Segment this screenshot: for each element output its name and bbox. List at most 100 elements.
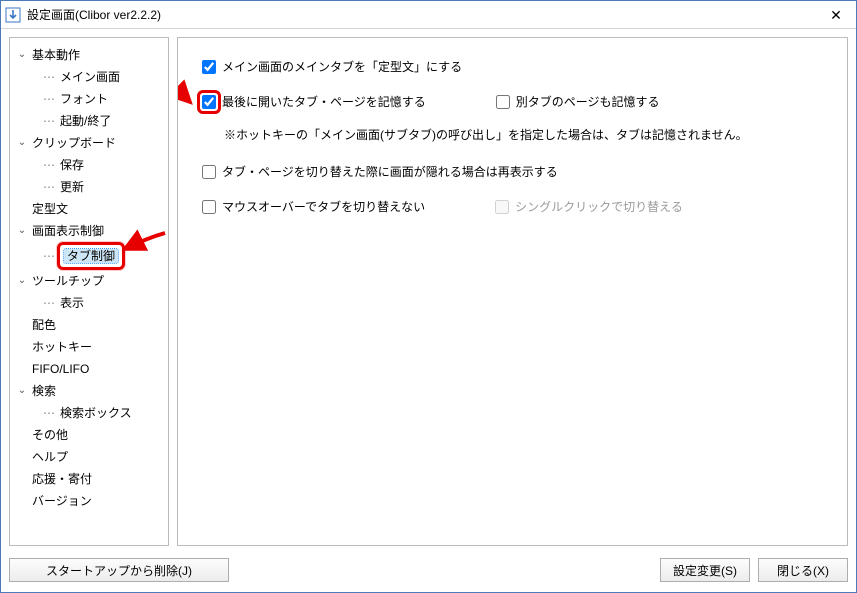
option-mouseover-notab[interactable]: マウスオーバーでタブを切り替えない xyxy=(202,198,425,215)
tree-item-label: タブ制御 xyxy=(64,249,118,263)
tree-item[interactable]: FIFO/LIFO xyxy=(15,358,165,380)
tree-item[interactable]: ⋯タブ制御 xyxy=(29,242,165,270)
tree-indent xyxy=(15,450,29,464)
tree-item-label: ツールチップ xyxy=(29,270,107,292)
tree-indent xyxy=(29,180,43,194)
checkbox-redisplay[interactable] xyxy=(202,165,216,179)
tree-item[interactable]: その他 xyxy=(15,424,165,446)
tree-leaf-dots: ⋯ xyxy=(43,110,55,132)
close-footer-button[interactable]: 閉じる(X) xyxy=(758,558,848,582)
tree-item[interactable]: 応援・寄付 xyxy=(15,468,165,490)
option-singleclick-switch: シングルクリックで切り替える xyxy=(495,198,683,215)
tree-pane: ⌄基本動作⋯メイン画面⋯フォント⋯起動/終了⌄クリップボード⋯保存⋯更新定型文⌄… xyxy=(9,37,169,546)
tree-indent xyxy=(29,114,43,128)
tree-item-label: 起動/終了 xyxy=(57,110,114,132)
settings-tree[interactable]: ⌄基本動作⋯メイン画面⋯フォント⋯起動/終了⌄クリップボード⋯保存⋯更新定型文⌄… xyxy=(13,44,165,512)
tree-item-label: 画面表示制御 xyxy=(29,220,107,242)
tree-item-label: ヘルプ xyxy=(29,446,71,468)
label-remember-last-tab: 最後に開いたタブ・ページを記憶する xyxy=(222,93,426,110)
tree-item[interactable]: ⌄画面表示制御 xyxy=(15,220,165,242)
tree-item-label: 応援・寄付 xyxy=(29,468,95,490)
tree-item-label: 保存 xyxy=(57,154,87,176)
tree-item[interactable]: ⋯表示 xyxy=(29,292,165,314)
highlight-remember-checkbox xyxy=(202,95,216,109)
tree-item[interactable]: ⋯検索ボックス xyxy=(29,402,165,424)
tree-item[interactable]: ⋯更新 xyxy=(29,176,165,198)
tree-item-label: ホットキー xyxy=(29,336,95,358)
tree-item-label: 検索 xyxy=(29,380,59,402)
tree-item-label: 定型文 xyxy=(29,198,71,220)
label-main-tab-fixed: メイン画面のメインタブを「定型文」にする xyxy=(222,58,462,75)
checkbox-main-tab-fixed[interactable] xyxy=(202,60,216,74)
tree-item-label: 配色 xyxy=(29,314,59,336)
apply-button[interactable]: 設定変更(S) xyxy=(660,558,750,582)
arrow-annotation-checkbox xyxy=(177,72,198,112)
close-button[interactable]: ✕ xyxy=(816,1,856,29)
tree-item-label: FIFO/LIFO xyxy=(29,358,92,380)
tree-item[interactable]: ⌄ツールチップ xyxy=(15,270,165,292)
tree-indent xyxy=(15,472,29,486)
option-redisplay[interactable]: タブ・ページを切り替えた際に画面が隠れる場合は再表示する xyxy=(202,163,558,180)
label-singleclick-switch: シングルクリックで切り替える xyxy=(515,198,683,215)
tree-item[interactable]: 定型文 xyxy=(15,198,165,220)
tree-indent xyxy=(15,494,29,508)
option-remember-other-tab[interactable]: 別タブのページも記憶する xyxy=(496,93,660,110)
chevron-down-icon[interactable]: ⌄ xyxy=(15,384,29,398)
checkbox-mouseover-notab[interactable] xyxy=(202,200,216,214)
chevron-down-icon[interactable]: ⌄ xyxy=(15,136,29,150)
tree-item-label: 基本動作 xyxy=(29,44,83,66)
chevron-down-icon[interactable]: ⌄ xyxy=(15,274,29,288)
label-remember-other-tab: 別タブのページも記憶する xyxy=(516,93,660,110)
tree-item-label: フォント xyxy=(57,88,111,110)
tree-indent xyxy=(15,202,29,216)
tree-item[interactable]: ⌄クリップボード xyxy=(15,132,165,154)
option-main-tab-fixed[interactable]: メイン画面のメインタブを「定型文」にする xyxy=(202,58,462,75)
tree-item[interactable]: バージョン xyxy=(15,490,165,512)
label-redisplay: タブ・ページを切り替えた際に画面が隠れる場合は再表示する xyxy=(222,163,558,180)
note-hotkey: ※ホットキーの「メイン画面(サブタブ)の呼び出し」を指定した場合は、タブは記憶さ… xyxy=(224,126,823,143)
tree-indent xyxy=(15,428,29,442)
tree-item[interactable]: ⋯起動/終了 xyxy=(29,110,165,132)
tree-item-label: 検索ボックス xyxy=(57,402,135,424)
tree-leaf-dots: ⋯ xyxy=(43,88,55,110)
tree-indent xyxy=(29,92,43,106)
label-mouseover-notab: マウスオーバーでタブを切り替えない xyxy=(222,198,425,215)
app-icon xyxy=(5,7,21,23)
tree-item-label: 表示 xyxy=(57,292,87,314)
tree-item[interactable]: ⌄検索 xyxy=(15,380,165,402)
tree-item[interactable]: 配色 xyxy=(15,314,165,336)
tree-item[interactable]: ⋯保存 xyxy=(29,154,165,176)
footer: スタートアップから削除(J) 設定変更(S) 閉じる(X) xyxy=(1,554,856,592)
tree-item[interactable]: ホットキー xyxy=(15,336,165,358)
settings-window: 設定画面(Clibor ver2.2.2) ✕ ⌄基本動作⋯メイン画面⋯フォント… xyxy=(0,0,857,593)
chevron-down-icon[interactable]: ⌄ xyxy=(15,224,29,238)
tree-item[interactable]: ⋯メイン画面 xyxy=(29,66,165,88)
body: ⌄基本動作⋯メイン画面⋯フォント⋯起動/終了⌄クリップボード⋯保存⋯更新定型文⌄… xyxy=(1,29,856,554)
checkbox-singleclick-switch xyxy=(495,200,509,214)
tree-item-label: メイン画面 xyxy=(57,66,123,88)
tree-indent xyxy=(15,340,29,354)
tree-leaf-dots: ⋯ xyxy=(43,154,55,176)
content-pane: メイン画面のメインタブを「定型文」にする 最後に開いたタブ・ページを記憶する 別… xyxy=(177,37,848,546)
tree-indent xyxy=(29,249,43,263)
chevron-down-icon[interactable]: ⌄ xyxy=(15,48,29,62)
tree-leaf-dots: ⋯ xyxy=(43,402,55,424)
option-remember-last-tab[interactable]: 最後に開いたタブ・ページを記憶する xyxy=(202,93,426,110)
tree-indent xyxy=(29,296,43,310)
tree-indent xyxy=(29,158,43,172)
tree-indent xyxy=(15,318,29,332)
window-title: 設定画面(Clibor ver2.2.2) xyxy=(27,6,161,23)
tree-item-label: その他 xyxy=(29,424,71,446)
tree-leaf-dots: ⋯ xyxy=(43,176,55,198)
startup-delete-button[interactable]: スタートアップから削除(J) xyxy=(9,558,229,582)
tree-item-label: バージョン xyxy=(29,490,95,512)
tree-item[interactable]: ⋯フォント xyxy=(29,88,165,110)
tree-item[interactable]: ヘルプ xyxy=(15,446,165,468)
tree-item[interactable]: ⌄基本動作 xyxy=(15,44,165,66)
tree-leaf-dots: ⋯ xyxy=(43,292,55,314)
tree-indent xyxy=(15,362,29,376)
checkbox-remember-other-tab[interactable] xyxy=(496,95,510,109)
tree-leaf-dots: ⋯ xyxy=(43,66,55,88)
checkbox-remember-last-tab[interactable] xyxy=(202,95,216,109)
tree-indent xyxy=(29,70,43,84)
